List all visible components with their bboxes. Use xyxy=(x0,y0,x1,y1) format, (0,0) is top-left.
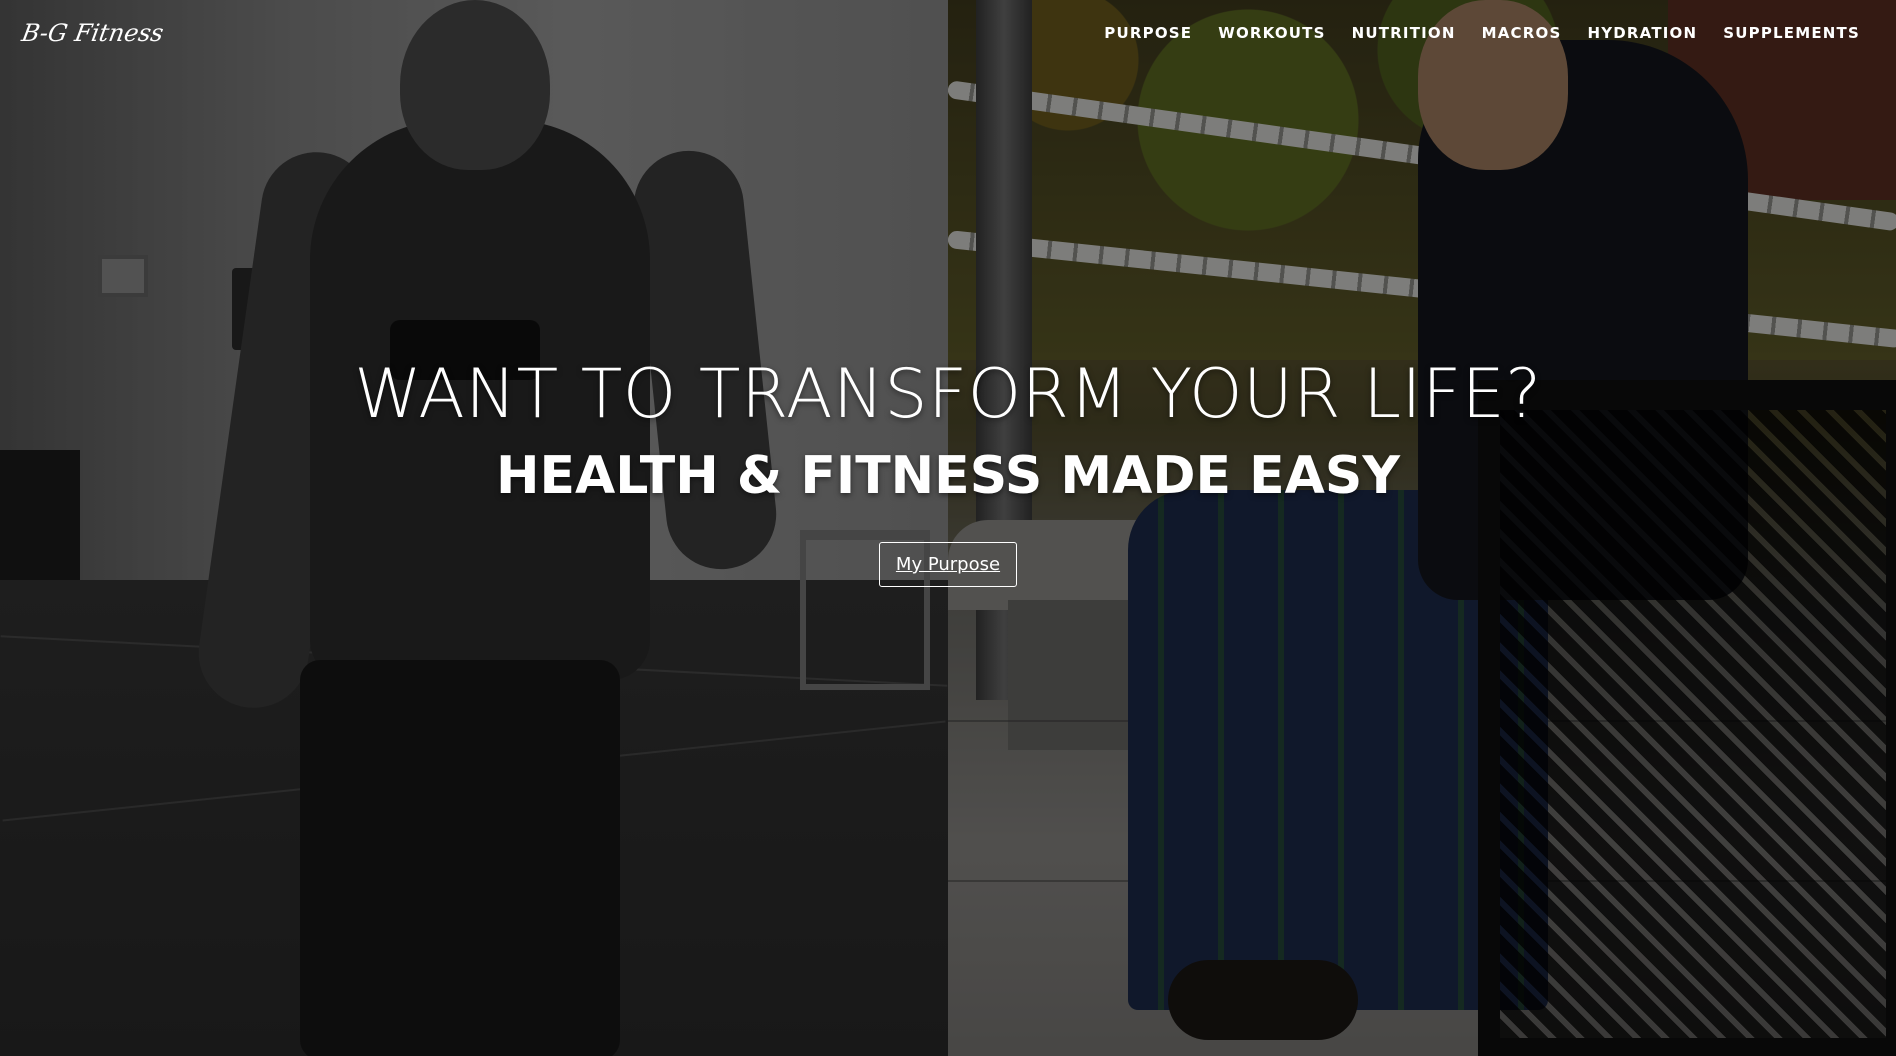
top-navbar: B-G Fitness PURPOSE WORKOUTS NUTRITION M… xyxy=(0,0,1896,66)
hero-headline: WANT TO TRANSFORM YOUR LIFE? xyxy=(354,355,1542,434)
hero-subheadline: HEALTH & FITNESS MADE EASY xyxy=(495,446,1401,506)
nav-item-supplements[interactable]: SUPPLEMENTS xyxy=(1710,24,1874,42)
nav-item-purpose[interactable]: PURPOSE xyxy=(1091,24,1205,42)
nav-item-hydration[interactable]: HYDRATION xyxy=(1574,24,1710,42)
my-purpose-button[interactable]: My Purpose xyxy=(878,542,1018,587)
brand-logo[interactable]: B-G Fitness xyxy=(20,19,166,47)
nav-links: PURPOSE WORKOUTS NUTRITION MACROS HYDRAT… xyxy=(1091,24,1874,42)
nav-item-workouts[interactable]: WORKOUTS xyxy=(1205,24,1338,42)
nav-item-nutrition[interactable]: NUTRITION xyxy=(1339,24,1469,42)
hero-copy: WANT TO TRANSFORM YOUR LIFE? HEALTH & FI… xyxy=(0,355,1896,587)
nav-item-macros[interactable]: MACROS xyxy=(1469,24,1575,42)
hero-section: B-G Fitness PURPOSE WORKOUTS NUTRITION M… xyxy=(0,0,1896,1056)
